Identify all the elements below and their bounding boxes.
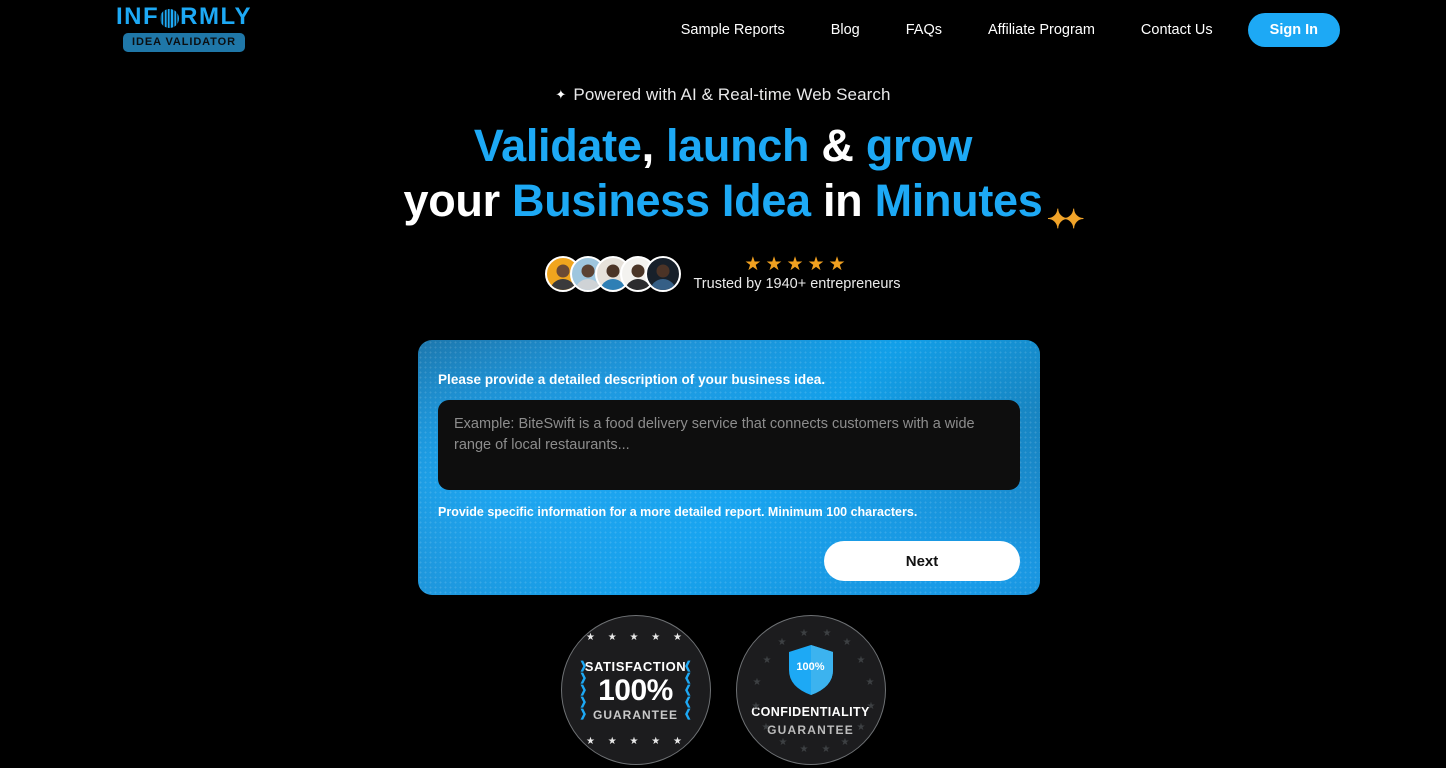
headline-word-your: your	[403, 175, 501, 226]
next-button[interactable]: Next	[824, 541, 1020, 581]
sign-in-button[interactable]: Sign In	[1247, 13, 1340, 47]
nav-link-faqs[interactable]: FAQs	[883, 22, 965, 38]
satisfaction-guarantee-label: GUARANTEE	[592, 707, 678, 722]
headline-word-validate: Validate	[473, 120, 642, 171]
idea-input-helper-text: Provide specific information for a more …	[438, 505, 918, 519]
confidentiality-guarantee-badge: ★ ★ ★ ★ ★ ★ ★ ★ ★ ★ ★ ★ ★ ★ ★ ★ 100% CON…	[735, 615, 886, 765]
social-proof: ★★★★★ Trusted by 1940+ entrepreneurs	[0, 255, 1446, 292]
headline-word-grow: grow	[865, 120, 973, 171]
nav-link-blog[interactable]: Blog	[808, 22, 883, 38]
badge-stars-bottom-icon: ★ ★ ★ ★ ★	[586, 736, 687, 747]
hero-headline: Validate, launch & grow your Business Id…	[0, 118, 1446, 232]
headline-line-2: your Business Idea in Minutes ✦✦	[403, 173, 1085, 232]
headline-word-business-idea: Business Idea	[512, 175, 811, 226]
headline-ampersand: &	[821, 120, 854, 171]
laurel-wreath-icon: ❰ ❰ ❰ ❰ ❰	[683, 660, 693, 720]
trusted-count-text: Trusted by 1940+ entrepreneurs	[693, 276, 901, 292]
badge-stars-top-icon: ★ ★ ★ ★ ★	[586, 632, 687, 643]
idea-input-card: Please provide a detailed description of…	[418, 340, 1040, 595]
nav-link-affiliate-program[interactable]: Affiliate Program	[965, 22, 1118, 38]
logo[interactable]: INF RMLY IDEA VALIDATOR	[116, 5, 252, 52]
hero-eyebrow: ✦ Powered with AI & Real-time Web Search	[0, 85, 1446, 105]
trust-badges: ★ ★ ★ ★ ★ ❱ ❱ ❱ ❱ ❱ ❰ ❰ ❰ ❰ ❰ SATISFACTION 100% …	[0, 615, 1446, 765]
headline-comma: ,	[641, 120, 655, 171]
satisfaction-guarantee-badge: ★ ★ ★ ★ ★ ❱ ❱ ❱ ❱ ❱ ❰ ❰ ❰ ❰ ❰ SATISFACTION 100% …	[560, 615, 711, 765]
laurel-wreath-icon: ❱ ❱ ❱ ❱ ❱	[578, 660, 588, 720]
sparkle-icon: ✦	[555, 86, 567, 102]
rating-block: ★★★★★ Trusted by 1940+ entrepreneurs	[693, 255, 900, 292]
business-idea-textarea[interactable]	[438, 400, 1020, 490]
main-navigation: Sample Reports Blog FAQs Affiliate Progr…	[658, 0, 1340, 60]
logo-wordmark: INF RMLY	[116, 5, 252, 29]
hero-eyebrow-text: Powered with AI & Real-time Web Search	[573, 85, 891, 104]
headline-word-in: in	[822, 175, 863, 226]
headline-line-1: Validate, launch & grow	[0, 118, 1446, 173]
site-header: INF RMLY IDEA VALIDATOR Sample Reports B…	[0, 0, 1446, 60]
sparkle-icon: ✦✦	[1046, 204, 1084, 234]
globe-icon	[160, 8, 180, 28]
idea-input-label: Please provide a detailed description of…	[438, 372, 826, 387]
satisfaction-percent: 100%	[598, 673, 673, 707]
star-rating-icon: ★★★★★	[744, 254, 850, 275]
shield-percent-text: 100%	[796, 660, 825, 673]
logo-text-part1: INF	[116, 3, 160, 30]
shield-icon: 100%	[788, 644, 834, 696]
headline-word-launch: launch	[665, 120, 810, 171]
entrepreneur-avatars	[545, 255, 682, 292]
avatar	[645, 255, 682, 292]
card-actions: Next	[438, 541, 1020, 581]
headline-word-minutes: Minutes	[874, 175, 1043, 226]
satisfaction-label: SATISFACTION	[584, 658, 687, 674]
logo-text-part2: RMLY	[180, 3, 252, 30]
logo-tagline-badge: IDEA VALIDATOR	[123, 33, 245, 52]
nav-link-contact-us[interactable]: Contact Us	[1118, 22, 1236, 38]
nav-link-sample-reports[interactable]: Sample Reports	[658, 22, 808, 38]
